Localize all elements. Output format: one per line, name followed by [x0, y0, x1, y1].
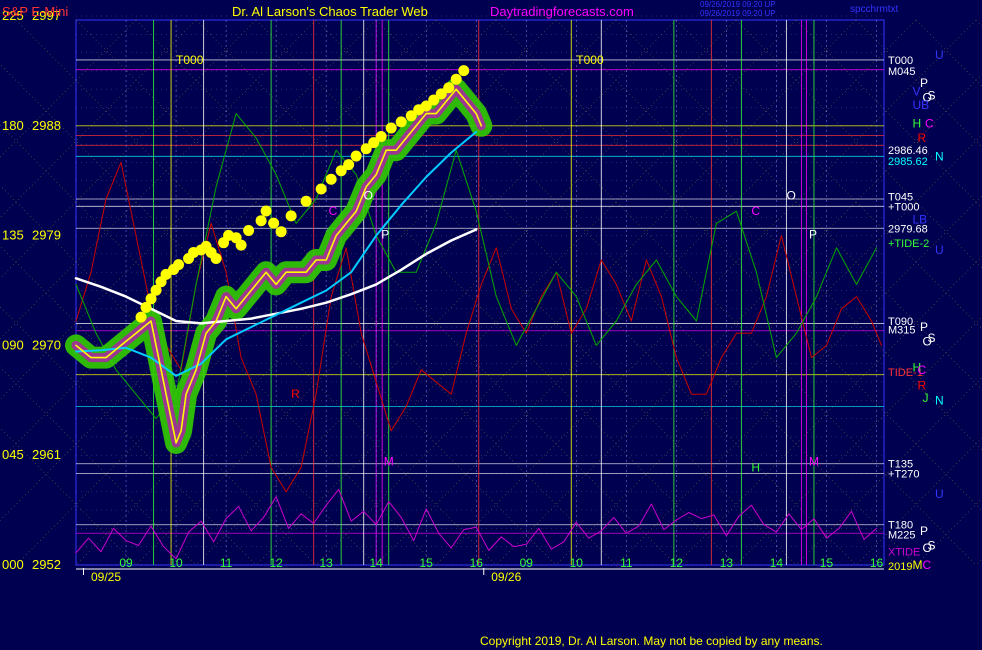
timestamp-1: 09/26/2019 09:20 UP [700, 0, 776, 9]
hour-tick-label: 09 [119, 556, 133, 570]
y-angle-label: 090 [2, 337, 24, 352]
hour-tick-label: 14 [770, 556, 784, 570]
grid-diagonal [975, 558, 982, 566]
site-link[interactable]: Daytradingforecasts.com [490, 4, 634, 19]
y-angle-label: 135 [2, 228, 24, 243]
hour-tick-label: 09 [520, 556, 534, 570]
level-label: M315 [888, 325, 916, 337]
chart-note: P [381, 227, 389, 241]
y-angle-label: 180 [2, 118, 24, 133]
level-label: XTIDE [888, 547, 920, 559]
date-label: 09/25 [91, 570, 121, 584]
hour-tick-label: 14 [370, 556, 384, 570]
chart-note: C [751, 204, 760, 218]
planet-letter: U [935, 48, 944, 62]
planet-letter: UB [913, 98, 930, 112]
hour-tick-label: 12 [269, 556, 283, 570]
planet-letter: C [923, 558, 932, 572]
planet-letter: J [923, 391, 929, 405]
hour-tick-label: 15 [820, 556, 834, 570]
chart-area: 09 10 11 12 13 14 15 16 09 10 11 12 13 14 15 1609/25 09/… [0, 8, 982, 584]
price-dot [385, 122, 397, 134]
chart-note: O [364, 188, 373, 202]
price-dot [210, 253, 222, 265]
hour-tick-label: 13 [319, 556, 333, 570]
hour-tick-label: 11 [220, 556, 233, 570]
price-dot [450, 73, 462, 85]
chart-note: M [384, 454, 394, 468]
center-title: Dr. Al Larson's Chaos Trader Web [232, 4, 428, 19]
price-dot [260, 205, 272, 217]
price-dot [458, 65, 470, 77]
price-dot [375, 131, 387, 143]
level-label: M225 [888, 530, 916, 542]
grid-diagonal [975, 19, 982, 27]
planet-letter: U [935, 487, 944, 501]
price-dot [275, 226, 287, 238]
chart-note: T000 [176, 53, 204, 67]
chart-note: R [291, 387, 300, 401]
chart-note: C [329, 204, 338, 218]
hour-tick-label: 16 [870, 556, 884, 570]
timestamp-2: 09/26/2019 09:20 UP [700, 9, 776, 18]
left-title: S&P E-Mini [2, 4, 69, 19]
price-dot [443, 82, 455, 94]
y-price-label: 2952 [32, 557, 61, 572]
planet-letter: P [920, 524, 928, 538]
y-price-label: 2979 [32, 228, 61, 243]
planet-letter: S [928, 538, 936, 552]
planet-letter: C [925, 116, 934, 130]
planet-letter: S [928, 331, 936, 345]
price-dot [325, 173, 337, 185]
planet-letter: C [918, 363, 927, 377]
chart-note: H [751, 460, 760, 474]
hour-tick-label: 16 [470, 556, 484, 570]
price-dot [395, 116, 407, 128]
chart-note: M [809, 454, 819, 468]
price-dot [300, 195, 312, 207]
planet-letter: N [935, 393, 944, 407]
price-dot [268, 217, 280, 229]
level-label: 2985.62 [888, 156, 928, 168]
level-label: +T270 [888, 469, 920, 481]
price-dot [343, 159, 355, 171]
planet-letter: M [913, 558, 923, 572]
price-dot [135, 311, 147, 323]
planet-letter: U [935, 243, 944, 257]
planet-letter: LB [913, 213, 928, 227]
level-label: 2019 [888, 561, 912, 573]
chart-note: O [786, 188, 795, 202]
price-dot [235, 239, 247, 251]
price-dot [285, 210, 297, 222]
level-label: +TIDE-2 [888, 238, 929, 250]
price-dot [350, 150, 362, 162]
y-price-label: 2970 [32, 337, 61, 352]
price-dot [173, 259, 185, 271]
y-angle-label: 000 [2, 557, 24, 572]
date-label: 09/26 [491, 570, 521, 584]
file-name: spcchrmtxt [850, 4, 899, 15]
hour-tick-label: 15 [420, 556, 434, 570]
chart-note: T000 [576, 53, 604, 67]
price-dot [243, 224, 255, 236]
planet-letter: H [913, 116, 922, 130]
level-label: M045 [888, 66, 916, 78]
y-price-label: 2988 [32, 118, 61, 133]
copyright: Copyright 2019, Dr. Al Larson. May not b… [480, 634, 823, 648]
hour-tick-label: 11 [620, 556, 633, 570]
hour-tick-label: 10 [570, 556, 584, 570]
planet-letter: N [935, 149, 944, 163]
price-dot [255, 215, 267, 227]
hour-tick-label: 13 [720, 556, 734, 570]
price-dot [315, 183, 327, 195]
planet-letter: R [918, 131, 927, 145]
level-label: +T000 [888, 201, 920, 213]
chart-note: P [809, 227, 817, 241]
y-price-label: 2961 [32, 447, 61, 462]
y-angle-label: 045 [2, 447, 24, 462]
planet-letter: V [913, 85, 921, 99]
hour-tick-label: 12 [670, 556, 684, 570]
